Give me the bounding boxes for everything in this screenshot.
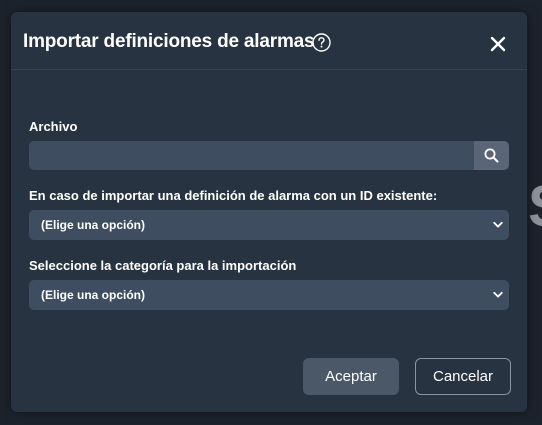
existing-id-label: En caso de importar una definición de al… bbox=[29, 188, 438, 203]
file-input[interactable] bbox=[29, 141, 474, 170]
category-select[interactable]: (Elige una opción) bbox=[29, 280, 509, 310]
file-label: Archivo bbox=[29, 119, 78, 134]
question-circle-icon[interactable] bbox=[312, 33, 331, 52]
search-icon bbox=[484, 148, 499, 163]
background-glyph: S bbox=[528, 178, 542, 236]
dialog-header: Importar definiciones de alarmas bbox=[11, 12, 527, 70]
cancel-button[interactable]: Cancelar bbox=[415, 358, 511, 395]
import-alarm-definitions-dialog: Importar definiciones de alarmas Archivo… bbox=[11, 12, 527, 412]
chevron-down-icon bbox=[493, 221, 503, 228]
existing-id-select[interactable]: (Elige una opción) bbox=[29, 210, 509, 240]
existing-id-select-value: (Elige una opción) bbox=[41, 218, 145, 232]
accept-button[interactable]: Aceptar bbox=[303, 358, 399, 395]
category-label: Seleccione la categoría para la importac… bbox=[29, 258, 297, 273]
dialog-title: Importar definiciones de alarmas bbox=[23, 31, 315, 52]
category-select-value: (Elige una opción) bbox=[41, 288, 145, 302]
file-search-button[interactable] bbox=[474, 141, 509, 170]
close-icon[interactable] bbox=[489, 35, 507, 53]
chevron-down-icon bbox=[493, 291, 503, 298]
